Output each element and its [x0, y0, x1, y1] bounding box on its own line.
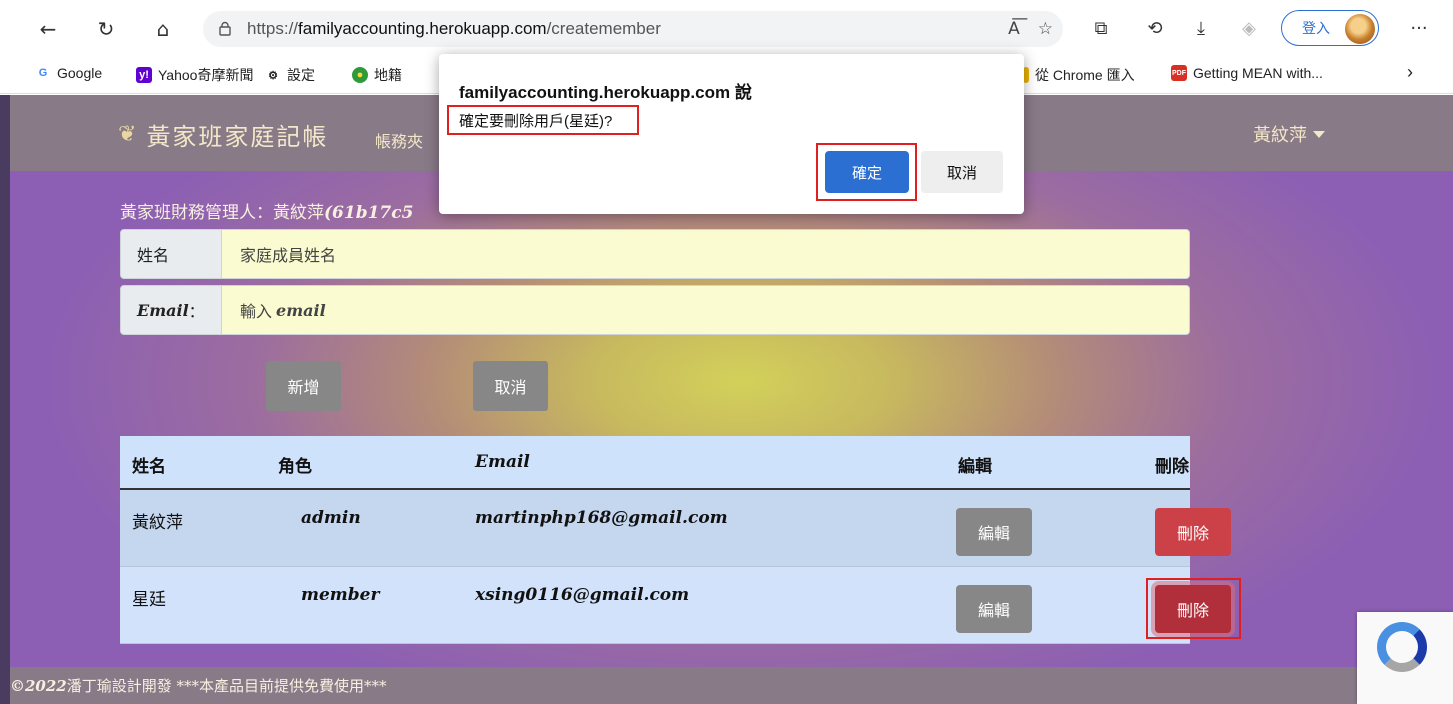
name-input[interactable]: 家庭成員姓名 — [222, 229, 1190, 279]
chevron-right-icon[interactable]: › — [1407, 62, 1413, 83]
cell-email: xsing0116@gmail.com — [475, 585, 690, 605]
cell-name: 星廷 — [132, 590, 166, 610]
recaptcha-icon — [1377, 622, 1427, 672]
email-label: Email： — [120, 285, 222, 335]
globe-icon: ● — [352, 67, 368, 83]
cell-role: member — [301, 585, 380, 605]
more-icon[interactable]: ··· — [1405, 14, 1433, 42]
google-icon: G — [38, 67, 48, 79]
bookmark-google[interactable]: G Google — [35, 65, 102, 81]
confirm-dialog: familyaccounting.herokuapp.com 說 確定要刪除用戶… — [439, 54, 1024, 214]
brand[interactable]: ❦ 黃家班家庭記帳 — [118, 117, 328, 152]
table-row: 黃紋萍 admin martinphp168@gmail.com 編輯 刪除 — [120, 490, 1231, 567]
collections-icon[interactable]: ⧉ — [1087, 14, 1115, 42]
delete-button[interactable]: 刪除 — [1155, 508, 1231, 556]
gear-icon: ⚙ — [268, 69, 278, 82]
name-field-group: 姓名 家庭成員姓名 — [120, 229, 1190, 279]
download-icon[interactable]: ⤓ — [1187, 14, 1215, 42]
highlight-box — [1146, 578, 1241, 639]
manager-info: 黃家班財務管理人：黃紋萍(61b17c5 — [120, 203, 414, 223]
nav-link-accounts[interactable]: 帳務夾 — [375, 128, 423, 152]
extension-icon[interactable]: ◈ — [1235, 14, 1263, 42]
name-label: 姓名 — [120, 229, 222, 279]
lock-icon — [219, 21, 231, 36]
read-aloud-icon[interactable]: A͞ — [1008, 19, 1020, 39]
pdf-icon: PDF — [1171, 65, 1187, 81]
url-text: https://familyaccounting.herokuapp.com/c… — [247, 19, 661, 38]
footer: ©2022 潘丁瑜設計開發 ***本產品目前提供免費使用*** — [10, 667, 1453, 704]
header-email: Email — [475, 452, 530, 472]
table-row: 星廷 member xsing0116@gmail.com 編輯 刪除 — [120, 567, 1241, 644]
bookmark-getting-mean[interactable]: PDF Getting MEAN with... — [1171, 65, 1323, 81]
add-favorite-icon[interactable]: ☆ — [1038, 19, 1053, 39]
header-role: 角色 — [278, 457, 312, 477]
cancel-button[interactable]: 取消 — [473, 361, 548, 411]
cell-email: martinphp168@gmail.com — [475, 508, 728, 528]
header-delete: 刪除 — [1155, 457, 1189, 477]
avatar — [1345, 14, 1375, 44]
brand-logo-icon: ❦ — [118, 122, 137, 147]
browser-toolbar: ← ↻ ⌂ https://familyaccounting.herokuapp… — [0, 0, 1453, 58]
yahoo-icon: y! — [136, 67, 152, 83]
email-field-group: Email： 輸入 email — [120, 285, 1190, 335]
bookmark-import[interactable]: 從 Chrome 匯入 — [1023, 65, 1135, 85]
history-icon[interactable]: ⟲ — [1141, 14, 1169, 42]
dialog-title: familyaccounting.herokuapp.com 說 — [459, 83, 752, 102]
add-button[interactable]: 新增 — [266, 361, 341, 411]
edit-button[interactable]: 編輯 — [956, 585, 1032, 633]
bookmark-settings[interactable]: ⚙ 設定 — [265, 65, 315, 85]
email-input[interactable]: 輸入 email — [222, 285, 1190, 335]
header-edit: 編輯 — [958, 457, 992, 477]
user-menu[interactable]: 黃紋萍 — [1253, 121, 1325, 147]
highlight-box — [447, 105, 639, 135]
window-edge — [0, 95, 10, 704]
header-name: 姓名 — [132, 457, 166, 477]
highlight-box — [816, 143, 917, 201]
bookmark-yahoo[interactable]: y! Yahoo奇摩新聞 — [136, 65, 253, 85]
cell-name: 黃紋萍 — [132, 513, 183, 533]
cell-role: admin — [301, 508, 361, 528]
edit-button[interactable]: 編輯 — [956, 508, 1032, 556]
caret-down-icon — [1313, 130, 1325, 138]
back-icon[interactable]: ← — [33, 14, 63, 44]
login-button[interactable]: 登入 — [1281, 10, 1379, 46]
bookmark-cadastral[interactable]: ● 地籍 — [352, 65, 402, 85]
address-bar[interactable]: https://familyaccounting.herokuapp.com/c… — [203, 11, 1063, 47]
table-header: 姓名 角色 Email 編輯 刪除 — [120, 436, 1190, 490]
members-table: 姓名 角色 Email 編輯 刪除 黃紋萍 admin martinphp168… — [120, 436, 1241, 644]
recaptcha-badge[interactable] — [1357, 612, 1453, 704]
dialog-cancel-button[interactable]: 取消 — [921, 151, 1003, 193]
refresh-icon[interactable]: ↻ — [91, 14, 121, 44]
home-icon[interactable]: ⌂ — [148, 14, 178, 44]
